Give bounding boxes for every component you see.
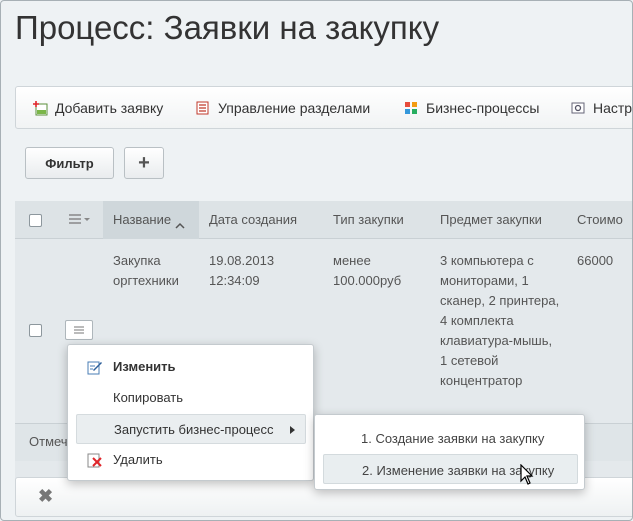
toolbar-settings-button[interactable]: Настр <box>571 100 632 116</box>
menu-item-delete[interactable]: Удалить <box>68 445 313 475</box>
window-frame: Процесс: Заявки на закупку Добавить заяв… <box>0 0 633 521</box>
menu-item-edit[interactable]: Изменить <box>68 352 313 382</box>
row-context-menu: Изменить Копировать Запустить бизнес-про… <box>67 344 314 481</box>
toolbar-manage-sections-button[interactable]: Управление разделами <box>196 100 370 116</box>
menu-item-start-business-process[interactable]: Запустить бизнес-процесс <box>76 414 306 444</box>
column-header-name: Название <box>113 212 172 227</box>
cell-name: Закупка оргтехники <box>113 253 179 288</box>
close-icon[interactable]: ✖ <box>38 486 53 507</box>
menu-lines-icon <box>74 326 84 334</box>
add-document-icon <box>33 101 48 116</box>
business-process-icon <box>404 101 418 115</box>
cell-subject: 3 компьютера с мониторами, 1 сканер, 2 п… <box>440 253 560 388</box>
column-header-date[interactable]: Дата создания <box>209 212 297 227</box>
toolbar-item-label: Управление разделами <box>218 100 371 116</box>
mouse-cursor-icon <box>520 463 534 491</box>
toolbar-item-label: Бизнес-процессы <box>426 100 540 116</box>
add-filter-button[interactable]: + <box>124 147 164 179</box>
filter-button[interactable]: Фильтр <box>25 147 114 179</box>
cell-cost: 66000 <box>577 253 614 268</box>
toolbar-add-request-button[interactable]: Добавить заявку <box>33 100 163 116</box>
sort-ascending-icon <box>175 216 185 234</box>
toolbar-business-processes-button[interactable]: Бизнес-процессы <box>404 100 539 116</box>
settings-icon <box>571 101 585 115</box>
cell-type: менее 100.000руб <box>333 253 402 288</box>
column-header-type[interactable]: Тип закупки <box>333 212 404 227</box>
select-all-checkbox[interactable] <box>29 214 42 227</box>
selected-count-label: Отмеч <box>29 434 68 449</box>
business-process-submenu: 1. Создание заявки на закупку 2. Изменен… <box>314 414 585 490</box>
submenu-arrow-icon <box>290 426 295 434</box>
toolbar-item-label: Настр <box>593 100 633 116</box>
sections-list-icon <box>196 101 210 115</box>
row-checkbox[interactable] <box>29 324 42 337</box>
sorted-column-header[interactable]: Название <box>103 201 199 239</box>
submenu-item-change-request[interactable]: 2. Изменение заявки на закупку <box>323 454 578 484</box>
grid-header: Название Дата создания Тип закупки Предм… <box>15 201 632 239</box>
submenu-item-create-request[interactable]: 1. Создание заявки на закупку <box>323 423 578 453</box>
toolbar-item-label: Добавить заявку <box>55 100 164 116</box>
page-title: Процесс: Заявки на закупку <box>15 9 440 46</box>
column-settings-icon[interactable] <box>69 213 91 232</box>
column-header-subject[interactable]: Предмет закупки <box>440 212 542 227</box>
cell-date: 19.08.2013 12:34:09 <box>209 253 275 288</box>
menu-item-copy[interactable]: Копировать <box>68 383 313 413</box>
edit-icon <box>87 359 103 378</box>
column-header-cost[interactable]: Стоимо <box>577 212 623 227</box>
toolbar: Добавить заявку Управление разделами Биз… <box>15 86 632 129</box>
delete-icon <box>87 452 103 471</box>
row-actions-button[interactable] <box>65 320 93 340</box>
